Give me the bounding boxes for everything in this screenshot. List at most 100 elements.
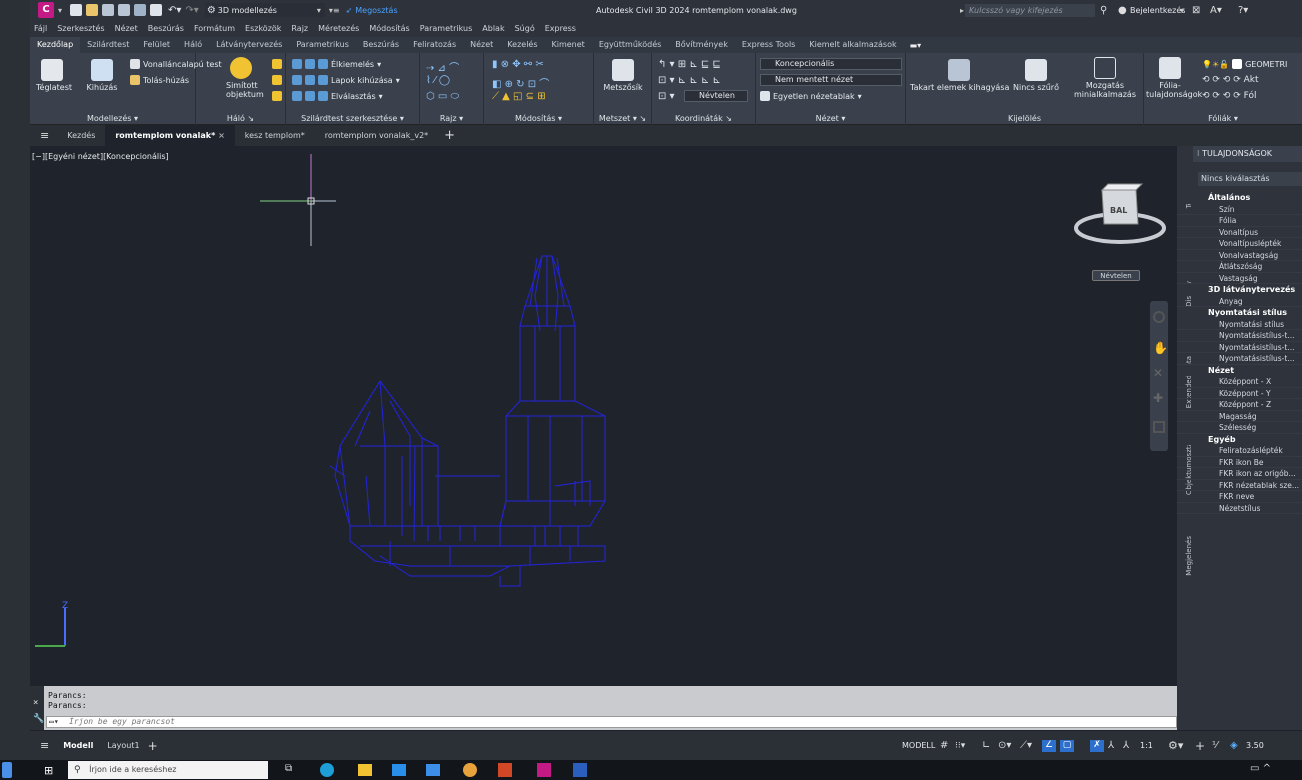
- mail-icon[interactable]: [426, 764, 440, 776]
- layer-tools-row-1[interactable]: ⟲ ⟳ ⟲ ⟳ Akt: [1202, 75, 1259, 85]
- property-row[interactable]: Vonalvastagság: [1177, 250, 1302, 261]
- section-plane-button[interactable]: Metszősík: [600, 59, 646, 92]
- model-space-button[interactable]: MODELL: [902, 741, 935, 750]
- drawing-viewport[interactable]: [−][Egyéni nézet][Koncepcionális] Z BAL …: [30, 146, 1177, 686]
- menu-window[interactable]: Ablak: [482, 24, 504, 33]
- ucs-tools-row-3[interactable]: ⊡ ▾: [658, 91, 675, 102]
- property-row[interactable]: Vonaltípuslépték: [1177, 238, 1302, 250]
- modify-tools-row-2[interactable]: ◧ ⊕ ↻ ⊡ ⌒: [492, 75, 549, 90]
- wrench-icon[interactable]: 🔧: [33, 714, 44, 724]
- polar-icon[interactable]: ⊙▾: [998, 740, 1011, 751]
- save-as-icon[interactable]: [118, 4, 131, 16]
- taskbar-search-input[interactable]: ⚲ Írjon ide a kereséshez: [68, 761, 268, 779]
- store-icon[interactable]: [392, 764, 406, 776]
- isodraft-icon[interactable]: ⟋▾: [1020, 740, 1032, 751]
- property-row[interactable]: Fólia: [1177, 215, 1302, 227]
- quick-properties-icon[interactable]: ◈: [1230, 740, 1238, 751]
- view-cube[interactable]: BAL: [1068, 180, 1168, 250]
- tab-express-tools[interactable]: Express Tools: [735, 37, 803, 53]
- user-icon[interactable]: ●: [1118, 5, 1127, 16]
- menu-view[interactable]: Nézet: [115, 24, 138, 33]
- ortho-icon[interactable]: ∟: [982, 740, 990, 751]
- share-button[interactable]: Megosztás: [355, 6, 397, 15]
- menu-express[interactable]: Express: [545, 24, 576, 33]
- tab-annotate[interactable]: Feliratozás: [406, 37, 463, 53]
- quick-access-arrow-icon[interactable]: ▾: [58, 6, 62, 15]
- property-row[interactable]: Anyag: [1177, 296, 1302, 307]
- print-icon[interactable]: [150, 4, 163, 16]
- property-row[interactable]: FKR neve: [1177, 491, 1302, 503]
- ucs-tools-row-2[interactable]: ⊡ ▾ ⊾ ⊾ ⊾ ⊾: [658, 75, 721, 86]
- ucs-tools-row-1[interactable]: ↰ ▾ ⊞ ⊾ ⊑ ⊑: [658, 59, 721, 70]
- edge-icon[interactable]: [320, 763, 334, 777]
- mesh-tool-icon[interactable]: [272, 75, 282, 85]
- menu-tools[interactable]: Eszközök: [245, 24, 281, 33]
- tab-insert[interactable]: Beszúrás: [356, 37, 406, 53]
- tab-addins[interactable]: Bővítmények: [668, 37, 735, 53]
- app-logo[interactable]: C: [38, 2, 54, 18]
- pan-icon[interactable]: ✋: [1153, 341, 1168, 355]
- property-row[interactable]: FKR ikon az origób...: [1177, 468, 1302, 480]
- autodesk-a-icon[interactable]: A▾: [1210, 5, 1222, 16]
- tab-start[interactable]: Kezdés: [57, 125, 105, 146]
- tab-featured-apps[interactable]: Kiemelt alkalmazások: [802, 37, 903, 53]
- property-row[interactable]: Nyomtatásistílus-t...: [1177, 330, 1302, 342]
- workspace-dropdown[interactable]: ⚙ 3D modellezés ▾: [204, 3, 325, 17]
- property-section-header[interactable]: Általános: [1177, 192, 1302, 204]
- menu-dimension[interactable]: Méretezés: [318, 24, 359, 33]
- tab-manage[interactable]: Kezelés: [500, 37, 544, 53]
- menu-edit[interactable]: Szerkesztés: [57, 24, 104, 33]
- new-file-icon[interactable]: [70, 4, 83, 16]
- civil3d-icon[interactable]: [537, 763, 551, 777]
- smooth-object-button[interactable]: Simított objektum: [226, 57, 264, 99]
- add-layout-icon[interactable]: +: [148, 739, 158, 753]
- presspull-button[interactable]: Tolás-húzás: [130, 75, 189, 85]
- ribbon-toggle-icon[interactable]: ▬▾: [910, 41, 922, 50]
- property-row[interactable]: FKR ikon Be: [1177, 457, 1302, 468]
- property-section-header[interactable]: Nyomtatási stílus: [1177, 307, 1302, 319]
- property-row[interactable]: Középpont - X: [1177, 376, 1302, 388]
- extrude-button[interactable]: Kihúzás: [86, 59, 118, 92]
- tab-surface[interactable]: Felület: [136, 37, 177, 53]
- draw-line-icon[interactable]: ⇢ ⊿ ⌒: [426, 59, 459, 74]
- move-gizmo-button[interactable]: Mozgatás minialkalmazás: [1072, 57, 1138, 99]
- units-icon[interactable]: ⅟: [1212, 740, 1218, 751]
- modify-tools-row-1[interactable]: ▮ ⊗ ✥ ⚯ ✂: [492, 59, 544, 70]
- menu-help[interactable]: Súgó: [515, 24, 535, 33]
- login-button[interactable]: Bejelentkezés: [1130, 6, 1185, 15]
- separate-button[interactable]: Elválasztás ▾: [292, 91, 383, 101]
- menu-format[interactable]: Formátum: [194, 24, 235, 33]
- annotation-scale-icon[interactable]: ⅄: [1123, 740, 1129, 751]
- open-folder-icon[interactable]: [86, 4, 99, 16]
- cloud-icon[interactable]: [134, 4, 147, 16]
- modify-tools-row-3[interactable]: ⟋ ▲ ◱ ⊆ ⊞: [492, 91, 546, 102]
- cart-icon[interactable]: ⊠: [1192, 5, 1200, 16]
- property-section-header[interactable]: 3D látványtervezés: [1177, 284, 1302, 296]
- mesh-tool-icon[interactable]: [272, 91, 282, 101]
- close-icon[interactable]: ×: [33, 698, 38, 708]
- property-row[interactable]: Középpont - Y: [1177, 388, 1302, 399]
- layout-menu-icon[interactable]: ≡: [40, 739, 49, 752]
- property-row[interactable]: Nyomtatásistílus-t...: [1177, 353, 1302, 365]
- tab-model[interactable]: Modell: [63, 741, 93, 750]
- menu-draw[interactable]: Rajz: [291, 24, 308, 33]
- word-icon[interactable]: [573, 763, 587, 777]
- search-icon[interactable]: ⚲: [1100, 5, 1107, 16]
- thermometer-icon[interactable]: [2, 762, 12, 778]
- ucs-named-dropdown[interactable]: Névtelen: [684, 90, 748, 102]
- annotation-monitor-icon[interactable]: +: [1195, 739, 1205, 753]
- fillet-edge-button[interactable]: Élkiemelés ▾: [292, 59, 381, 69]
- search-input[interactable]: Kulcsszó vagy kifejezés: [965, 3, 1095, 17]
- snap-icon[interactable]: ⁝⁝▾: [955, 741, 965, 751]
- menu-modify[interactable]: Módosítás: [369, 24, 409, 33]
- property-section-header[interactable]: Egyéb: [1177, 433, 1302, 445]
- windows-start-icon[interactable]: ⊞: [44, 764, 53, 777]
- property-section-header[interactable]: Nézet: [1177, 364, 1302, 376]
- chevron-down-icon[interactable]: ▾: [1180, 6, 1184, 15]
- property-row[interactable]: Magasság: [1177, 411, 1302, 422]
- side-tab-megjelenes[interactable]: Megjelenés: [1185, 536, 1195, 576]
- single-viewport-button[interactable]: Egyetlen nézetablak ▾: [760, 91, 862, 101]
- osnap-icon[interactable]: ▢: [1060, 739, 1074, 752]
- orbit-icon[interactable]: ✚: [1153, 391, 1163, 405]
- property-row[interactable]: Nyomtatásistílus-t...: [1177, 342, 1302, 353]
